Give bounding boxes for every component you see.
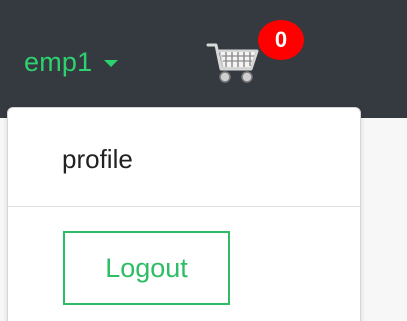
shopping-cart-icon[interactable] bbox=[205, 38, 259, 86]
profile-menu-item[interactable]: profile bbox=[62, 144, 133, 175]
dropdown-divider bbox=[8, 206, 360, 207]
cart-count-badge: 0 bbox=[258, 20, 304, 60]
user-name: emp1 bbox=[24, 46, 93, 77]
user-menu-toggle[interactable]: emp1 bbox=[24, 44, 119, 80]
navbar: emp1 0 bbox=[0, 0, 407, 118]
caret-down-icon bbox=[104, 59, 119, 67]
user-dropdown-menu: profile Logout bbox=[7, 107, 361, 321]
page: emp1 0 profile Logout bbox=[0, 0, 407, 321]
logout-button[interactable]: Logout bbox=[63, 231, 230, 305]
